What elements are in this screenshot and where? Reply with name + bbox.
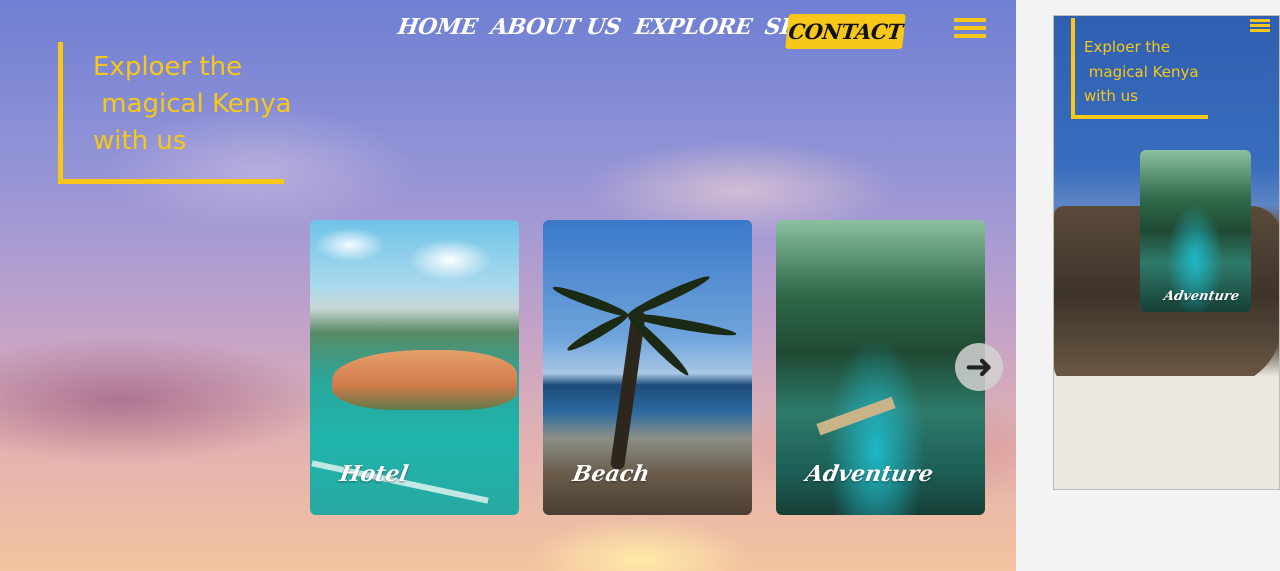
card-beach-label: Beach (570, 461, 652, 487)
contact-button[interactable]: CONTACT (785, 14, 906, 49)
hero-frame: Exploer the magical Kenya with us (58, 42, 292, 184)
nav-home-link[interactable]: HOME (396, 14, 479, 40)
card-adventure-label: Adventure (803, 461, 936, 487)
nav-explore-link[interactable]: EXPLORE (633, 14, 753, 40)
mobile-hero-frame: Exploer the magical Kenya with us (1071, 18, 1208, 119)
nav-about-link[interactable]: ABOUT US (489, 14, 622, 40)
palm-frond (564, 310, 631, 355)
palm-frond (551, 282, 630, 320)
arrow-right-icon[interactable]: ➜ (955, 343, 1003, 391)
card-hotel-label: Hotel (337, 461, 411, 487)
desktop-mockup: HOME ABOUT US EXPLORE SERVICES CONTACT E… (0, 0, 1016, 571)
hero-heading: Exploer the magical Kenya with us (93, 52, 292, 156)
card-beach[interactable]: Beach (543, 220, 752, 515)
raft-image (816, 396, 896, 436)
card-hotel[interactable]: Hotel (310, 220, 519, 515)
hotel-town-image (332, 350, 517, 410)
card-adventure[interactable]: Adventure (776, 220, 985, 515)
mobile-hamburger-menu-icon[interactable] (1250, 19, 1270, 32)
sand-image (1054, 376, 1279, 489)
hamburger-menu-icon[interactable] (954, 18, 986, 38)
mobile-mockup: Exploer the magical Kenya with us Advent… (1053, 15, 1280, 490)
mobile-card-adventure[interactable]: Adventure (1140, 150, 1251, 312)
mobile-hero-heading: Exploer the magical Kenya with us (1084, 38, 1199, 105)
palm-frond (625, 272, 712, 320)
mobile-card-adventure-label: Adventure (1162, 289, 1241, 304)
